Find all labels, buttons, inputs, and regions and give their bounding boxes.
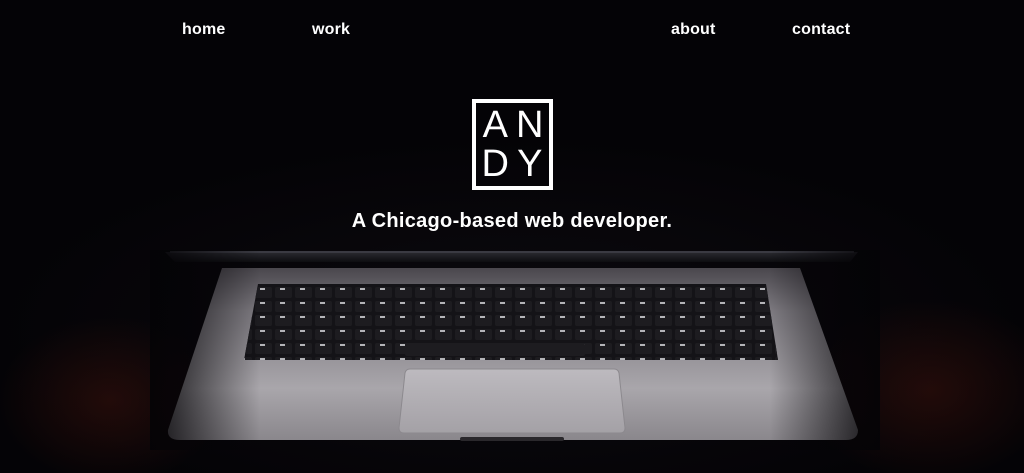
logo-letter: Y <box>517 143 543 186</box>
site-logo[interactable]: A N D Y <box>472 99 553 190</box>
logo-letter: N <box>516 103 544 146</box>
logo-letter: D <box>481 143 509 186</box>
nav-link-home[interactable]: home <box>182 20 225 40</box>
hero-tagline: A Chicago-based web developer. <box>351 210 673 232</box>
nav-link-about[interactable]: about <box>671 20 716 40</box>
logo-letter: A <box>482 103 508 146</box>
laptop-image <box>150 250 880 450</box>
hero-background-image <box>0 0 1024 473</box>
nav-link-contact[interactable]: contact <box>792 20 850 40</box>
nav-link-work[interactable]: work <box>312 20 350 40</box>
